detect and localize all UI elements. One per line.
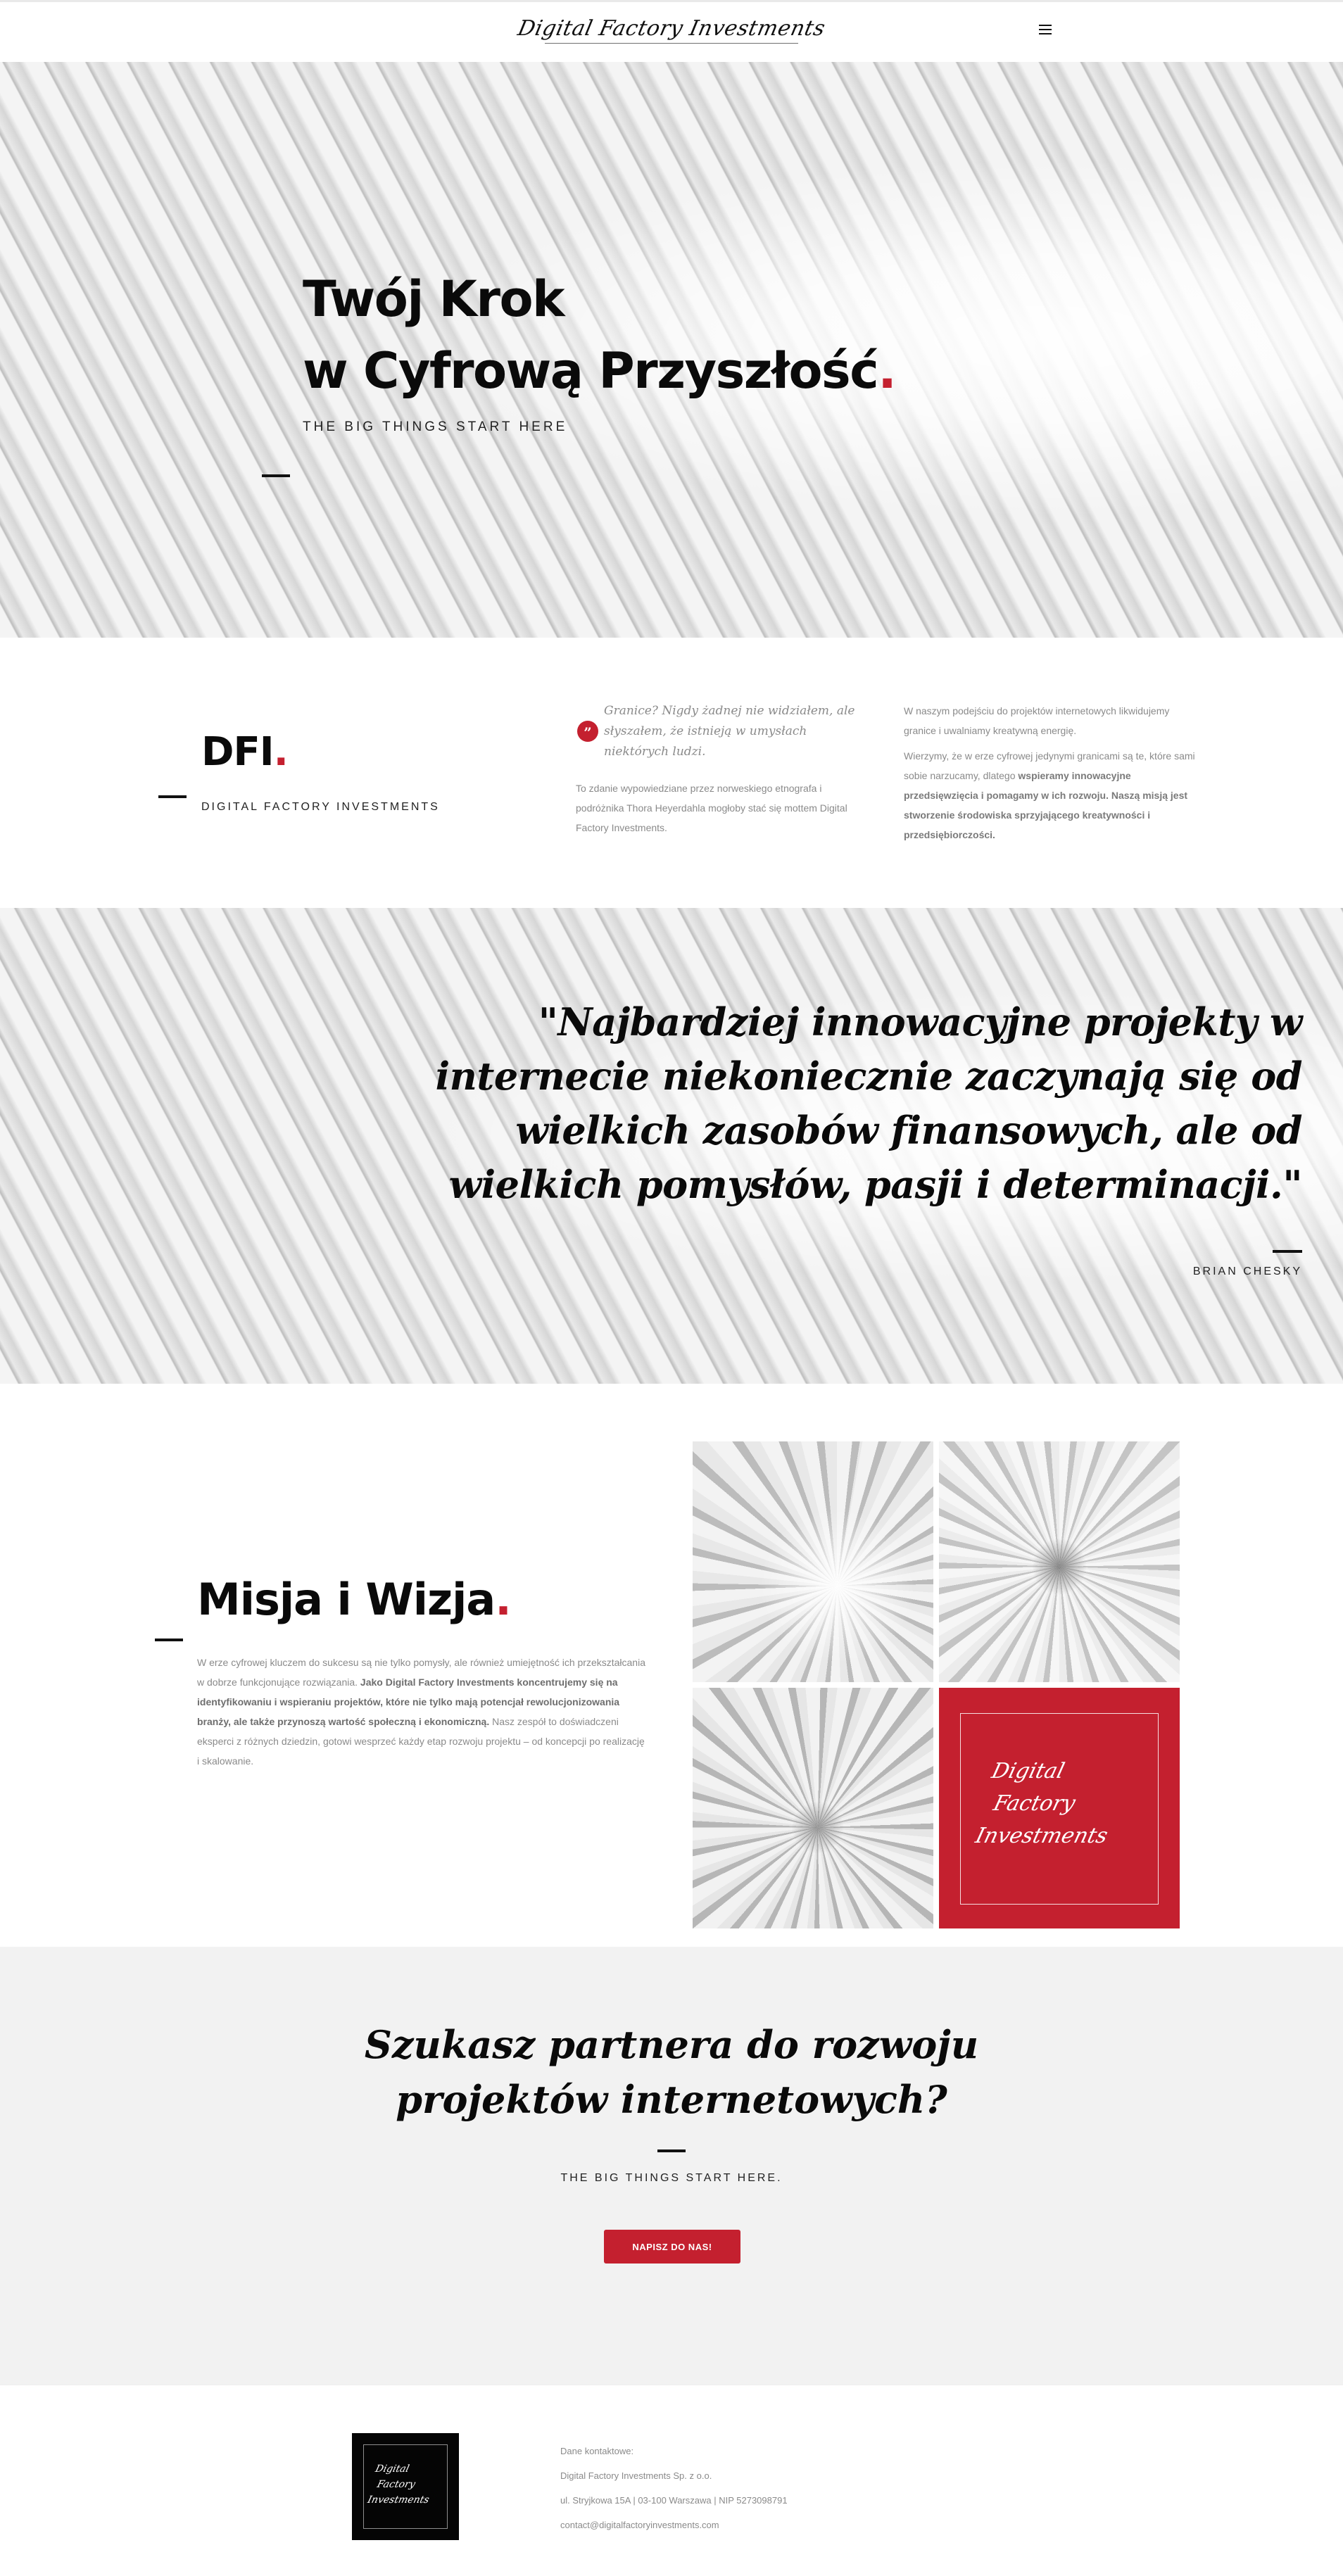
hero-title-dot: . [878,342,897,400]
cta-heading: Szukasz partnera do rozwoju projektów in… [364,2022,979,2122]
about-section: DFI. DIGITAL FACTORY INVESTMENTS ” Grani… [0,638,1343,908]
brand-tile-logo: Digital Factory Investments [973,1759,1111,1848]
gallery-brand-tile: Digital Factory Investments [939,1688,1180,1928]
cta-subheading: THE BIG THINGS START HERE. [560,2172,783,2184]
site-header: Digital Factory Investments [0,0,1343,62]
hero-title-line1: Twój Krok [303,270,565,328]
about-col2-paragraph-2: Wierzymy, że w erze cyfrowej jedynymi gr… [904,750,1195,840]
about-col2-paragraph-1: W naszym podejściu do projektów internet… [904,705,1170,736]
footer-contact-label: Dane kontaktowe: [560,2446,634,2456]
cta-section: Szukasz partnera do rozwoju projektów in… [0,1947,1343,2385]
about-dash-decoration [158,795,187,798]
quote-dash-decoration [1273,1250,1302,1253]
featured-quote: "Najbardziej innowacyjne projekty w inte… [435,999,1303,1207]
site-logo[interactable]: Digital Factory Investments [515,16,827,41]
cta-dash-decoration [657,2149,686,2152]
mission-section: Misja i Wizja. W erze cyfrowej kluczem d… [0,1384,1343,1947]
about-column-2: W naszym podejściu do projektów internet… [904,701,1199,850]
site-footer: Digital Factory Investments Dane kontakt… [0,2385,1343,2552]
quote-author: BRIAN CHESKY [1192,1265,1302,1277]
quote-band-section: "Najbardziej innowacyjne projekty w inte… [0,908,1343,1384]
about-subheading: DIGITAL FACTORY INVESTMENTS [201,801,440,813]
hamburger-menu-icon[interactable] [1039,25,1052,34]
footer-email-link[interactable]: contact@digitalfactoryinvestments.com [560,2520,719,2530]
hero-title: Twój Krok w Cyfrową Przyszłość. [303,263,897,407]
mission-description: W erze cyfrowej kluczem do sukcesu są ni… [197,1657,645,1767]
about-column-1-text: To zdanie wypowiedziane przez norweskieg… [576,783,847,833]
about-quote: Granice? Nigdy żadnej nie widziałem, ale… [604,704,855,759]
gallery-image-2 [939,1441,1180,1682]
mission-heading: Misja i Wizja. [197,1574,512,1625]
footer-company-name: Digital Factory Investments Sp. z o.o. [560,2470,712,2481]
hero-tagline: THE BIG THINGS START HERE [303,419,568,434]
logo-underline [545,43,798,44]
footer-address: ul. Stryjkowa 15A | 03-100 Warszawa | NI… [560,2495,788,2506]
hero-text-block: Twój Krok w Cyfrową Przyszłość. THE BIG … [303,263,897,435]
footer-contact-info: Dane kontaktowe: Digital Factory Investm… [560,2439,788,2537]
hero-dash-decoration [262,474,290,477]
hero-section: Twój Krok w Cyfrową Przyszłość. THE BIG … [0,62,1343,638]
footer-logo[interactable]: Digital Factory Investments [352,2433,459,2540]
gallery-image-1 [693,1441,933,1682]
footer-logo-text: Digital Factory Investments [366,2463,431,2506]
hero-title-line2: w Cyfrową Przyszłość [303,342,879,400]
quote-icon: ” [577,721,598,742]
contact-us-button[interactable]: NAPISZ DO NAS! [604,2230,740,2264]
about-heading: DFI. [201,729,289,775]
gallery-image-3 [693,1688,933,1928]
mission-dash-decoration [155,1639,183,1641]
